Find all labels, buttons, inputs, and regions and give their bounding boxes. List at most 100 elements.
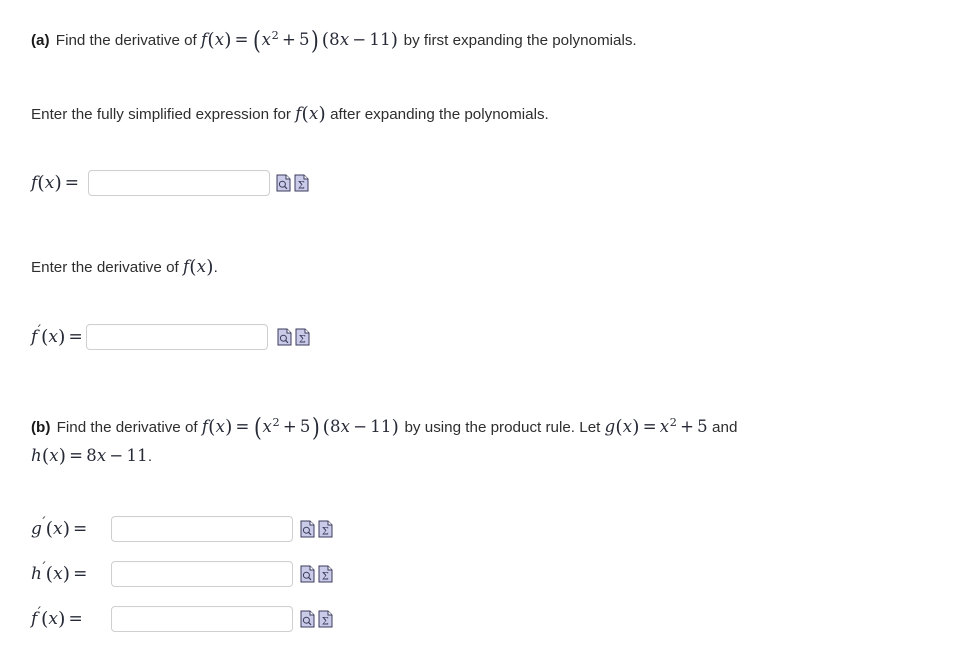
equation-editor-icon[interactable]: Σ — [295, 328, 310, 346]
instruction-enter-fx: Enter the fully simplified expression fo… — [31, 102, 549, 129]
gprime-answer-input[interactable] — [111, 516, 293, 542]
g-term: 5 — [697, 417, 708, 436]
label-equals: = — [68, 609, 83, 629]
answer-label-fx: f(x) = — [31, 172, 82, 194]
g-op: + — [680, 417, 695, 436]
fn-arg: x — [215, 417, 226, 436]
label-var: x — [48, 609, 58, 629]
svg-text:Σ: Σ — [298, 180, 305, 191]
part-b-marker: (b) — [31, 419, 51, 436]
fn-arg: x — [214, 30, 225, 49]
preview-document-icon[interactable] — [300, 520, 315, 538]
factor1-base: x — [262, 417, 273, 436]
label-var: x — [53, 564, 63, 584]
label-fn: h — [31, 564, 42, 584]
part-a-prompt: (a) Find the derivative of f(x) = (x2 +5) (8… — [31, 28, 637, 55]
fn-arg: x — [196, 257, 207, 276]
instruction2-text-before: Enter the derivative of — [31, 259, 179, 276]
factor1-op: + — [282, 30, 297, 49]
hprime-answer-icons: Σ — [300, 565, 333, 583]
factor1-exponent: 2 — [272, 415, 280, 429]
instruction2-fx: f(x) — [182, 257, 214, 278]
fx-answer-input[interactable] — [88, 170, 271, 196]
svg-text:Σ: Σ — [322, 571, 329, 582]
equation-editor-icon[interactable]: Σ — [318, 520, 333, 538]
part-b-h-definition: h(x) = 8x −11 — [31, 446, 148, 467]
svg-text:Σ: Σ — [322, 526, 329, 537]
h-coef: 8 — [86, 446, 97, 465]
gprime-answer-icons: Σ — [300, 520, 333, 538]
label-fn: f — [31, 609, 38, 629]
part-a-equation: f(x) = (x2 +5) (8x −11) — [201, 26, 399, 55]
factor2-op: − — [353, 417, 368, 436]
fprime-a-answer-input[interactable] — [85, 324, 268, 350]
fprime-b-answer-input[interactable] — [111, 606, 293, 632]
fx-answer-icons: Σ — [276, 174, 309, 192]
factor1-exponent: 2 — [271, 28, 280, 42]
fprime-a-answer-icons: Σ — [277, 328, 310, 346]
g-fn-arg: x — [622, 417, 633, 436]
answer-row-gprime: g′(x) = Σ — [31, 514, 333, 544]
g-exponent: 2 — [669, 415, 678, 429]
factor2-var: x — [339, 30, 350, 49]
part-b-prompt-line1: (b) Find the derivative of f(x) = (x2 +5) (8… — [31, 415, 737, 442]
exercise-page: (a) Find the derivative of f(x) = (x2 +5) (8… — [0, 0, 979, 662]
factor1-term: 5 — [299, 30, 310, 49]
svg-text:Σ: Σ — [322, 616, 329, 627]
equals-sign: = — [235, 417, 250, 436]
part-b-period: . — [147, 448, 153, 465]
label-fn: g — [31, 519, 42, 539]
equation-editor-icon[interactable]: Σ — [318, 610, 333, 628]
h-var: x — [96, 446, 107, 465]
g-equals: = — [642, 417, 657, 436]
preview-document-icon[interactable] — [300, 565, 315, 583]
answer-row-fx: f(x) = Σ — [31, 168, 309, 198]
answer-row-fprime-b: f′(x) = Σ — [31, 604, 333, 634]
factor1-op: + — [282, 417, 297, 436]
factor2-coef: 8 — [329, 417, 341, 436]
label-equals: = — [73, 519, 88, 539]
factor2-term: 11 — [370, 417, 392, 436]
g-base: x — [659, 417, 670, 436]
label-equals: = — [68, 327, 83, 347]
instruction-fx: f(x) — [295, 104, 326, 125]
answer-row-hprime: h′(x) = Σ — [31, 559, 333, 589]
label-var: x — [53, 519, 63, 539]
g-fn-name: g — [604, 417, 616, 436]
preview-document-icon[interactable] — [276, 174, 291, 192]
factor1-base: x — [261, 30, 272, 49]
part-b-text-middle: by using the product rule. Let — [404, 419, 601, 436]
instruction-text-before: Enter the fully simplified expression fo… — [31, 106, 291, 123]
part-a-marker: (a) — [31, 32, 50, 49]
part-b-equation: f(x) = (x2 +5) (8x −11) — [201, 413, 400, 442]
part-b-text-before: Find the derivative of — [56, 419, 198, 436]
answer-row-fprime-a: f′(x) = Σ — [31, 322, 310, 352]
preview-document-icon[interactable] — [277, 328, 292, 346]
fprime-b-answer-icons: Σ — [300, 610, 333, 628]
label-equals: = — [64, 173, 80, 193]
answer-label-gprime: g′(x) = — [31, 516, 107, 540]
equation-editor-icon[interactable]: Σ — [318, 565, 333, 583]
answer-label-hprime: h′(x) = — [31, 561, 107, 585]
part-a-text-before: Find the derivative of — [55, 32, 197, 49]
h-fn-arg: x — [49, 446, 59, 465]
preview-document-icon[interactable] — [300, 610, 315, 628]
label-equals: = — [73, 564, 88, 584]
factor2-op: − — [352, 30, 367, 49]
h-equals: = — [69, 446, 84, 465]
answer-label-fprime-a: f′(x) = — [31, 324, 86, 348]
hprime-answer-input[interactable] — [111, 561, 293, 587]
instruction2-text-after: . — [213, 259, 218, 276]
part-b-text-and: and — [712, 419, 738, 436]
h-term: 11 — [126, 446, 148, 465]
h-op: − — [109, 446, 124, 465]
answer-label-fprime-b: f′(x) = — [31, 606, 107, 630]
factor2-term: 11 — [369, 30, 391, 49]
factor1-term: 5 — [299, 417, 311, 436]
equation-editor-icon[interactable]: Σ — [294, 174, 309, 192]
equals-sign: = — [234, 30, 249, 49]
label-var: x — [44, 173, 55, 193]
svg-text:Σ: Σ — [298, 334, 305, 345]
label-var: x — [48, 327, 58, 347]
h-fn-name: h — [31, 446, 42, 465]
